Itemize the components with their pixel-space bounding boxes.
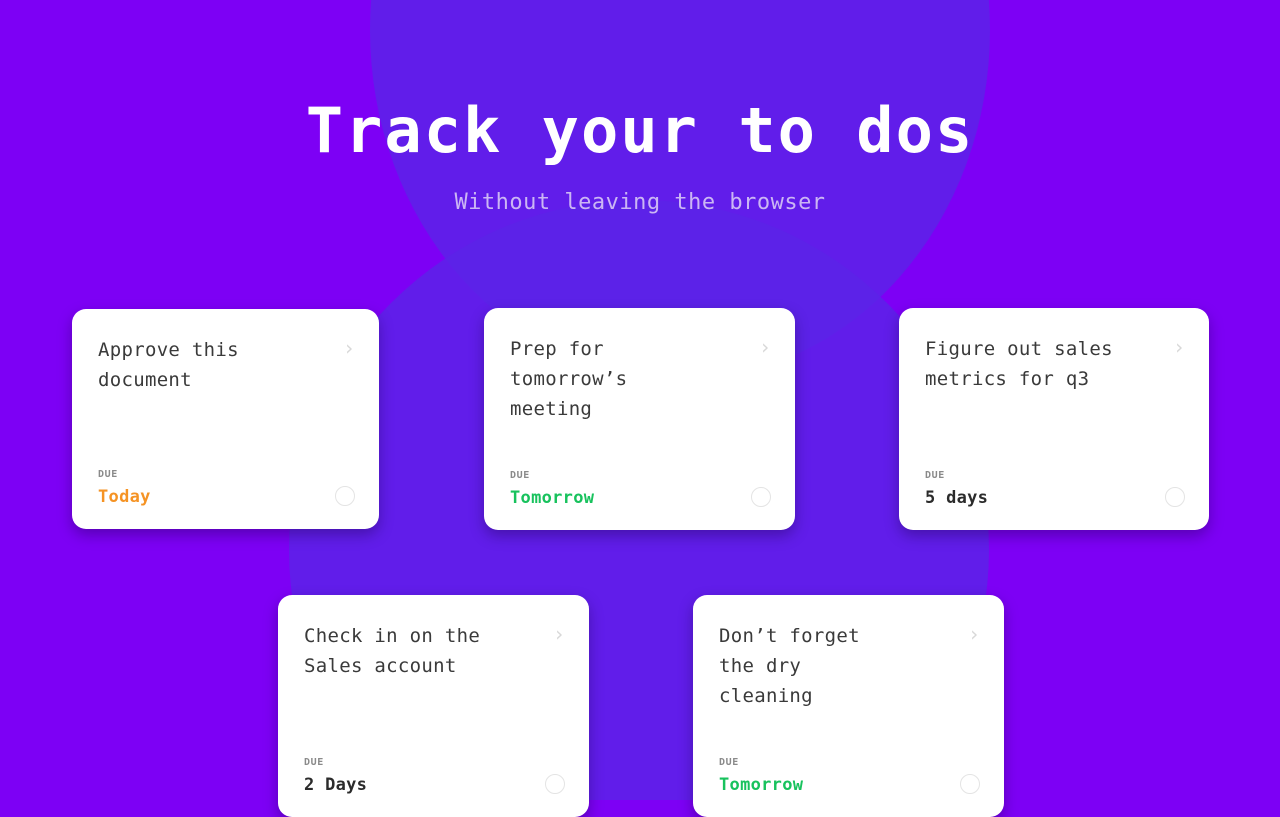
todo-title: Figure out sales metrics for q3 [925,338,1113,390]
due-block: DUE 2 Days [304,756,367,797]
card-footer: DUE 2 Days [304,756,565,797]
todo-title: Prep for tomorrow’s meeting [510,338,628,420]
card-footer: DUE 5 days [925,469,1185,510]
due-value: Tomorrow [719,775,804,795]
due-label: DUE [98,469,118,480]
card-header: Approve this document › [98,335,355,395]
due-value: Today [98,487,151,507]
due-label: DUE [719,757,739,768]
card-footer: DUE Tomorrow [719,756,980,797]
due-value: Tomorrow [510,488,595,508]
todo-card-grid: Approve this document › DUE Today Prep for t… [0,0,1280,817]
due-label: DUE [304,757,324,768]
due-value: 2 Days [304,775,368,795]
chevron-right-icon[interactable]: › [343,337,355,359]
todo-title: Approve this document [98,339,239,391]
complete-todo-toggle[interactable] [960,774,980,794]
due-label: DUE [510,470,530,481]
todo-card[interactable]: Approve this document › DUE Today [72,309,379,529]
due-block: DUE Today [98,468,151,509]
due-label: DUE [925,470,945,481]
due-block: DUE 5 days [925,469,988,510]
card-footer: DUE Tomorrow [510,469,771,510]
chevron-right-icon[interactable]: › [759,336,771,358]
card-header: Prep for tomorrow’s meeting › [510,334,771,424]
complete-todo-toggle[interactable] [545,774,565,794]
todo-title: Don’t forget the dry cleaning [719,625,860,707]
complete-todo-toggle[interactable] [335,486,355,506]
todo-card[interactable]: Figure out sales metrics for q3 › DUE 5 day… [899,308,1209,530]
complete-todo-toggle[interactable] [751,487,771,507]
card-header: Don’t forget the dry cleaning › [719,621,980,711]
card-header: Check in on the Sales account › [304,621,565,681]
card-header: Figure out sales metrics for q3 › [925,334,1185,394]
chevron-right-icon[interactable]: › [1173,336,1185,358]
due-block: DUE Tomorrow [510,469,594,510]
todo-card[interactable]: Check in on the Sales account › DUE 2 Days [278,595,589,817]
complete-todo-toggle[interactable] [1165,487,1185,507]
card-footer: DUE Today [98,468,355,509]
chevron-right-icon[interactable]: › [553,623,565,645]
due-value: 5 days [925,488,989,508]
due-block: DUE Tomorrow [719,756,803,797]
todo-title: Check in on the Sales account [304,625,481,677]
todo-card[interactable]: Don’t forget the dry cleaning › DUE Tomorro… [693,595,1004,817]
chevron-right-icon[interactable]: › [968,623,980,645]
todo-card[interactable]: Prep for tomorrow’s meeting › DUE Tomorrow [484,308,795,530]
